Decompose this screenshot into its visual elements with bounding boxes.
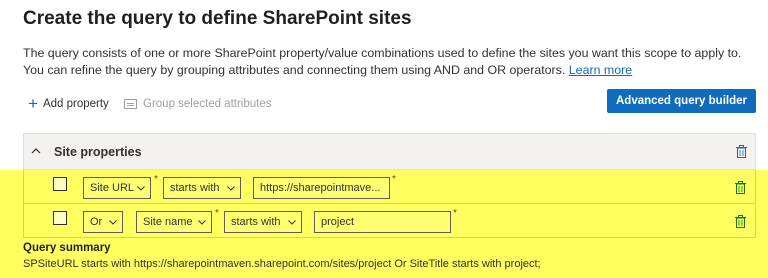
row-1-value-input[interactable]: https://sharepointmave... (253, 177, 390, 199)
required-marker: * (392, 174, 396, 185)
row-1-property-value: Site URL (90, 182, 135, 194)
trash-icon[interactable] (735, 215, 746, 228)
row-2-operator-dropdown[interactable]: starts with (224, 211, 302, 233)
chevron-up-icon[interactable] (31, 146, 41, 156)
page-description: The query consists of one or more ShareP… (23, 45, 758, 79)
query-summary-text: SPSiteURL starts with https://sharepoint… (23, 258, 541, 270)
group-selected-attributes-button[interactable]: Group selected attributes (124, 96, 272, 112)
row-2-operator-value: starts with (231, 216, 281, 228)
chevron-down-icon (109, 220, 117, 225)
description-text: The query consists of one or more ShareP… (23, 46, 742, 77)
trash-icon[interactable] (736, 145, 747, 158)
chevron-down-icon (137, 186, 145, 191)
required-marker: * (154, 174, 158, 185)
query-summary-label: Query summary (23, 242, 111, 254)
row-2-connector-value: Or (90, 216, 103, 228)
trash-icon[interactable] (735, 181, 746, 194)
chevron-down-icon (227, 186, 235, 191)
group-selected-label: Group selected attributes (143, 98, 272, 110)
row-1-property-dropdown[interactable]: Site URL (83, 177, 151, 199)
row-1-operator-value: starts with (170, 182, 220, 194)
chevron-down-icon (198, 220, 206, 225)
add-property-button[interactable]: + Add property (28, 94, 109, 113)
row-1-operator-dropdown[interactable]: starts with (163, 177, 241, 199)
required-marker: * (215, 208, 219, 219)
row-2-connector-dropdown[interactable]: Or (83, 211, 123, 233)
learn-more-link[interactable]: Learn more (569, 63, 632, 77)
row-2-property-dropdown[interactable]: Site name (136, 211, 212, 233)
row-2-value-input[interactable]: project (314, 211, 451, 233)
chevron-down-icon (288, 220, 296, 225)
row-1-checkbox[interactable] (53, 177, 67, 191)
row-2-property-value: Site name (143, 216, 193, 228)
add-property-label: Add property (42, 98, 109, 110)
advanced-query-builder-button[interactable]: Advanced query builder (607, 89, 756, 113)
page-title: Create the query to define SharePoint si… (23, 8, 412, 29)
required-marker: * (453, 208, 457, 219)
group-title: Site properties (54, 145, 142, 159)
row-2-checkbox[interactable] (53, 211, 67, 225)
group-icon (124, 99, 137, 109)
site-properties-group-header[interactable]: Site properties (23, 133, 756, 170)
plus-icon: + (28, 94, 38, 113)
